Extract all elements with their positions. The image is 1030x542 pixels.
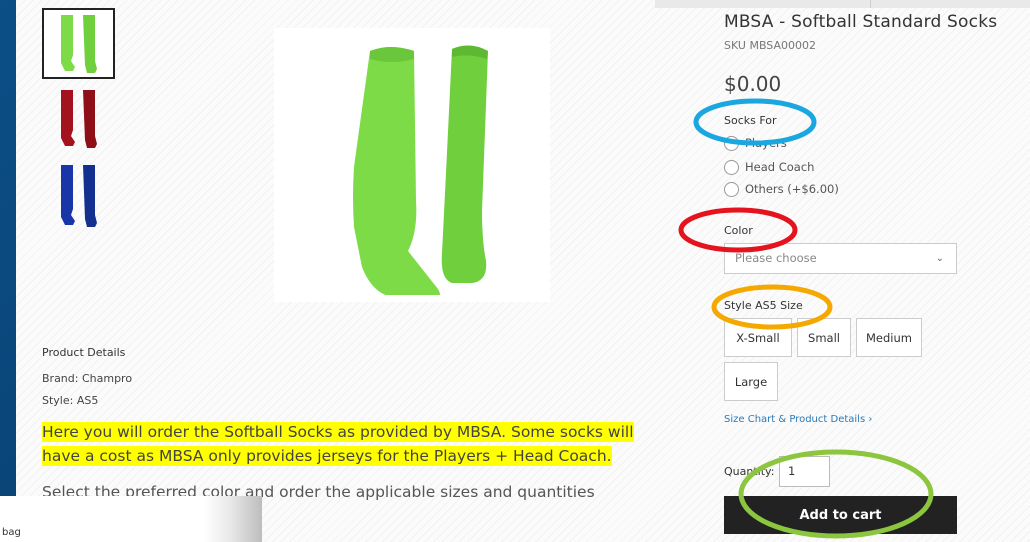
radio-circle[interactable] (724, 181, 739, 197)
brand-text: Brand: Champro (42, 372, 133, 385)
add-to-cart-button[interactable]: Add to cart (724, 496, 957, 534)
size-chart-link[interactable]: Size Chart & Product Details › (724, 414, 872, 425)
product-title: MBSA - Softball Standard Socks (724, 12, 998, 32)
red-socks-image (61, 90, 97, 148)
product-price: $0.00 (724, 72, 782, 96)
size-medium-button[interactable]: Medium (856, 318, 922, 357)
overlay-popup (0, 496, 262, 542)
color-label: Color (724, 224, 753, 237)
radio-players[interactable]: Players (724, 135, 787, 151)
product-sku: SKU MBSA00002 (724, 39, 816, 52)
color-select[interactable]: Please choose ⌄ (724, 243, 957, 274)
green-socks-main-image (353, 45, 488, 295)
quantity-label: Quantity: (724, 465, 775, 478)
chevron-down-icon: ⌄ (935, 253, 944, 264)
size-xsmall-button[interactable]: X-Small (724, 318, 792, 357)
main-product-image (274, 28, 550, 302)
radio-label-head-coach: Head Coach (745, 160, 815, 174)
radio-others[interactable]: Others (+$6.00) (724, 181, 839, 197)
header-divider (870, 0, 871, 8)
size-small-button[interactable]: Small (797, 318, 851, 357)
top-header-strip (655, 0, 1030, 8)
socks-for-label: Socks For (724, 114, 777, 127)
color-select-value: Please choose (735, 251, 817, 265)
notice-line-2: have a cost as MBSA only provides jersey… (42, 446, 612, 466)
green-socks-image (60, 14, 97, 73)
size-label: Style AS5 Size (724, 299, 803, 312)
product-details-heading: Product Details (42, 346, 126, 359)
thumbnail-blue[interactable] (44, 162, 114, 232)
popup-text: bag (2, 527, 21, 538)
style-text: Style: AS5 (42, 394, 99, 407)
radio-head-coach[interactable]: Head Coach (724, 159, 814, 175)
highlighted-notice: Here you will order the Softball Socks a… (42, 420, 702, 468)
notice-line-1: Here you will order the Softball Socks a… (42, 422, 634, 442)
thumbnail-green[interactable] (42, 8, 115, 79)
blue-socks-image (61, 165, 97, 227)
radio-label-others: Others (+$6.00) (745, 182, 839, 196)
size-large-button[interactable]: Large (724, 362, 778, 401)
radio-circle[interactable] (724, 135, 739, 151)
quantity-input[interactable]: 1 (779, 456, 830, 487)
thumbnail-red[interactable] (44, 84, 114, 154)
radio-label-players: Players (745, 136, 787, 150)
radio-circle[interactable] (724, 159, 739, 175)
